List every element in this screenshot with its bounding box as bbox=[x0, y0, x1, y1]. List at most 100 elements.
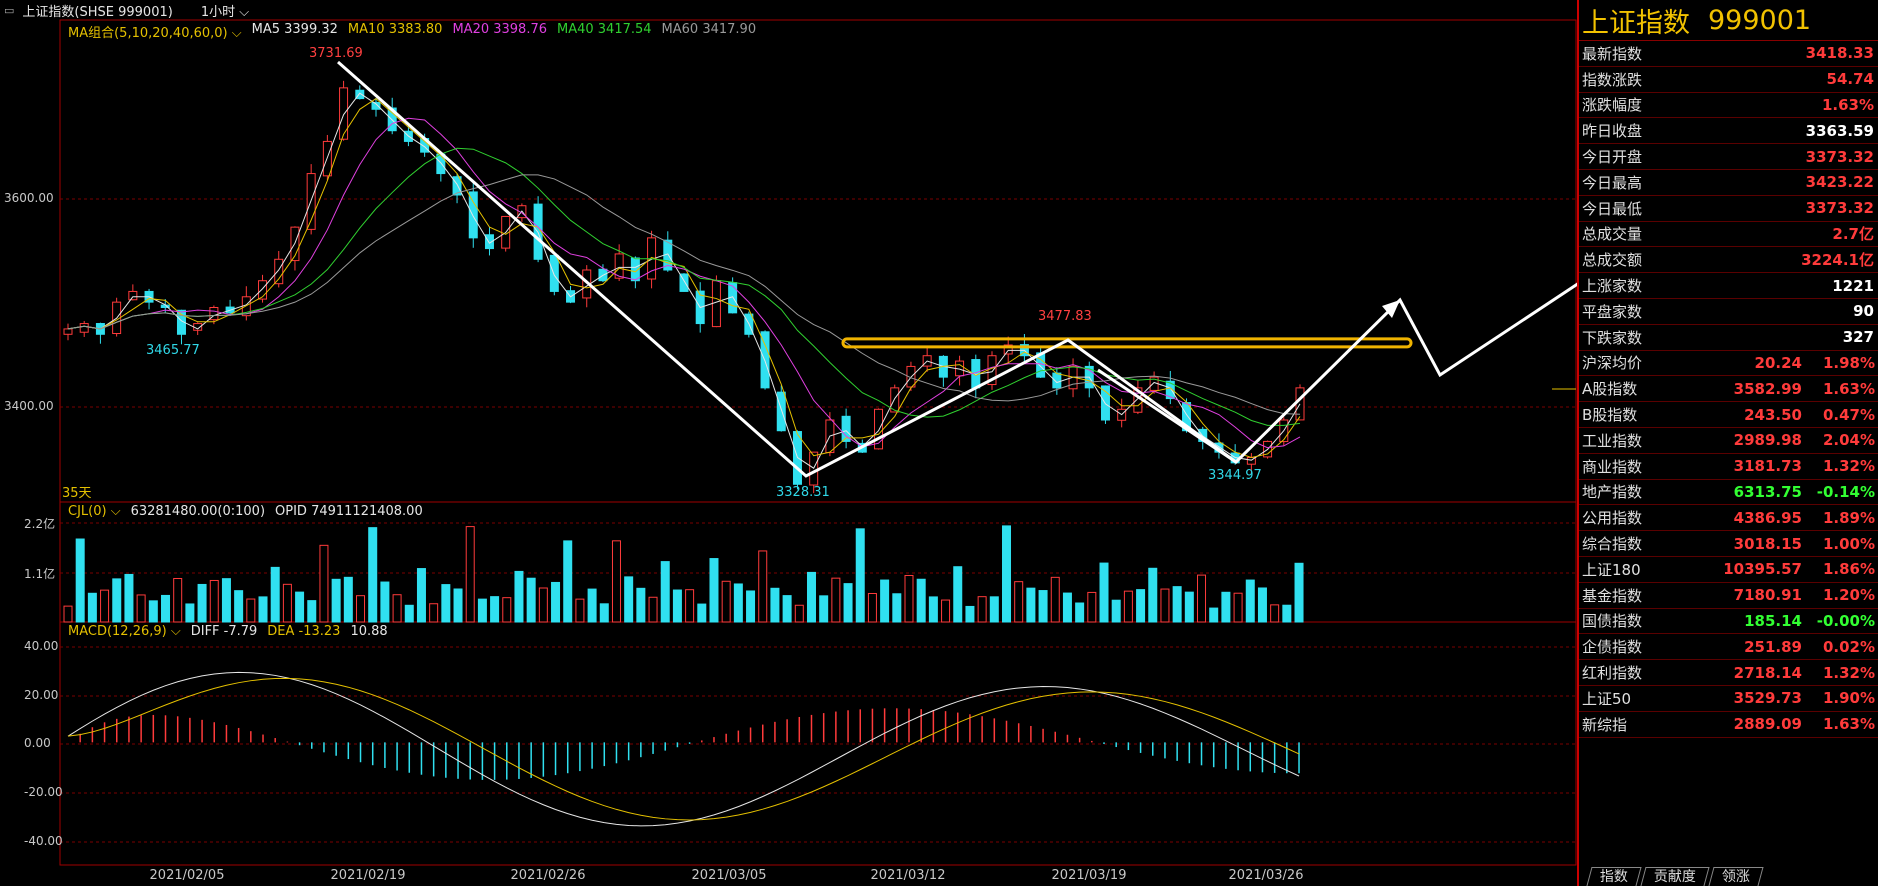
index-row-label: 企债指数 bbox=[1582, 638, 1643, 657]
breadth-row[interactable]: 下跌家数 327 bbox=[1579, 325, 1878, 351]
index-row-pct: 1.63% bbox=[1822, 379, 1875, 398]
volume-bar bbox=[1050, 576, 1060, 623]
index-row[interactable]: 企债指数 251.89 0.02% bbox=[1579, 634, 1878, 661]
volume-bar bbox=[782, 595, 792, 623]
tab-contribution[interactable]: 贡献度 bbox=[1640, 867, 1710, 886]
volume-bar bbox=[892, 593, 902, 623]
volume-bar bbox=[1245, 579, 1255, 623]
volume-bar bbox=[148, 600, 158, 623]
volume-bar bbox=[477, 598, 487, 623]
volume-bar bbox=[563, 540, 573, 623]
index-row[interactable]: 商业指数 3181.73 1.32% bbox=[1579, 454, 1878, 480]
index-row[interactable]: 地产指数 6313.75 -0.14% bbox=[1579, 480, 1878, 506]
volume-bar bbox=[843, 583, 853, 623]
avg-price-row[interactable]: 沪深均价 20.24 1.98% bbox=[1579, 351, 1878, 377]
breadth-row[interactable]: 上涨家数 1221 bbox=[1579, 273, 1878, 299]
stat-row-value: 3418.33 bbox=[1805, 44, 1874, 63]
volume-bar bbox=[1209, 607, 1219, 623]
window-menu-icon[interactable]: ▭ bbox=[4, 4, 14, 17]
breadth-row-label: 下跌家数 bbox=[1582, 328, 1643, 347]
stat-row[interactable]: 指数涨跌 54.74 bbox=[1579, 67, 1878, 93]
volume-bar bbox=[514, 570, 524, 623]
volume-bar bbox=[880, 579, 890, 623]
volume-bar bbox=[611, 540, 621, 623]
stat-row[interactable]: 昨日收盘 3363.59 bbox=[1579, 118, 1878, 145]
index-row-value: 2718.14 bbox=[1733, 663, 1802, 682]
index-row[interactable]: 红利指数 2718.14 1.32% bbox=[1579, 660, 1878, 686]
volume-bar bbox=[587, 588, 597, 623]
volume-bar bbox=[746, 590, 756, 623]
stat-row[interactable]: 总成交量 2.7亿 bbox=[1579, 222, 1878, 248]
tab-index[interactable]: 指数 bbox=[1586, 867, 1642, 886]
ma-legend-item: MA40 3417.54 bbox=[557, 22, 652, 37]
index-row[interactable]: 公用指数 4386.95 1.89% bbox=[1579, 505, 1878, 532]
index-row-pct: 1.00% bbox=[1822, 534, 1875, 553]
index-row-pct: 1.63% bbox=[1822, 715, 1875, 734]
volume-bar bbox=[660, 561, 670, 623]
ma-legend-item[interactable]: MA组合(5,10,20,40,60,0) ⌵ bbox=[68, 22, 242, 41]
stat-row[interactable]: 今日最高 3423.22 bbox=[1579, 170, 1878, 196]
index-row[interactable]: 国债指数 185.14 -0.00% bbox=[1579, 609, 1878, 635]
volume-bar bbox=[441, 584, 451, 623]
index-row[interactable]: 上证50 3529.73 1.90% bbox=[1579, 686, 1878, 712]
index-row-value: 7180.91 bbox=[1733, 586, 1802, 605]
volume-bar bbox=[526, 577, 536, 623]
volume-bar bbox=[624, 576, 634, 623]
index-row[interactable]: B股指数 243.50 0.47% bbox=[1579, 402, 1878, 428]
breadth-row[interactable]: 平盘家数 90 bbox=[1579, 299, 1878, 325]
candle-body bbox=[1295, 387, 1305, 421]
index-row[interactable]: 综合指数 3018.15 1.00% bbox=[1579, 531, 1878, 557]
date-axis-label: 2021/02/26 bbox=[510, 868, 586, 883]
kline-chart[interactable] bbox=[0, 0, 1578, 886]
candle-body bbox=[468, 191, 478, 239]
index-row-label: 商业指数 bbox=[1582, 457, 1643, 476]
volume-legend-item[interactable]: CJL(0) ⌵ bbox=[68, 504, 121, 519]
volume-bar bbox=[1172, 586, 1182, 623]
volume-bar bbox=[538, 587, 548, 623]
volume-bar bbox=[1136, 589, 1146, 623]
stat-row[interactable]: 今日最低 3373.32 bbox=[1579, 196, 1878, 222]
date-axis-label: 2021/03/26 bbox=[1228, 868, 1304, 883]
index-row-value: 3582.99 bbox=[1733, 379, 1802, 398]
macd-legend-item[interactable]: MACD(12,26,9) ⌵ bbox=[68, 624, 181, 639]
index-row[interactable]: 基金指数 7180.91 1.20% bbox=[1579, 583, 1878, 609]
volume-bar bbox=[685, 589, 695, 623]
price-annotation: 3465.77 bbox=[146, 343, 200, 358]
breadth-row-label: 平盘家数 bbox=[1582, 302, 1643, 321]
volume-bar bbox=[392, 594, 402, 623]
volume-bar bbox=[368, 527, 378, 623]
macd-legend: MACD(12,26,9) ⌵ DIFF -7.79 DEA -13.23 10.88 bbox=[68, 624, 388, 639]
volume-bar bbox=[1038, 590, 1048, 623]
candle-body bbox=[79, 323, 89, 333]
volume-bar bbox=[965, 605, 975, 623]
ma-legend-item: MA60 3417.90 bbox=[661, 22, 757, 37]
volume-bar bbox=[1026, 587, 1036, 623]
stat-row[interactable]: 涨跌幅度 1.63% bbox=[1579, 93, 1878, 119]
index-row-label: 上证180 bbox=[1582, 560, 1641, 579]
volume-bar bbox=[161, 594, 171, 623]
index-row[interactable]: A股指数 3582.99 1.63% bbox=[1579, 376, 1878, 403]
index-row[interactable]: 工业指数 2989.98 2.04% bbox=[1579, 428, 1878, 454]
volume-bar bbox=[221, 578, 231, 623]
volume-bar bbox=[1197, 574, 1207, 623]
timeframe-select[interactable]: 1小时 ⌵ bbox=[201, 1, 249, 20]
stat-row[interactable]: 今日开盘 3373.32 bbox=[1579, 144, 1878, 170]
tab-leaders[interactable]: 领涨 bbox=[1708, 867, 1764, 886]
avg-price-label: 沪深均价 bbox=[1582, 354, 1643, 373]
volume-bar bbox=[331, 578, 341, 623]
index-row-label: 基金指数 bbox=[1582, 586, 1643, 605]
ma-legend-item: MA10 3383.80 bbox=[347, 22, 443, 37]
volume-legend: CJL(0) ⌵ 63281480.00(0:100) OPID 749111214… bbox=[68, 504, 423, 519]
volume-bar bbox=[295, 591, 305, 623]
volume-bar bbox=[404, 604, 414, 623]
index-row-value: 10395.57 bbox=[1723, 560, 1802, 579]
volume-bar bbox=[575, 598, 585, 623]
index-row[interactable]: 上证180 10395.57 1.86% bbox=[1579, 557, 1878, 583]
stat-row[interactable]: 最新指数 3418.33 bbox=[1579, 41, 1878, 67]
quote-panel: 上证指数 999001 最新指数 3418.33 指数涨跌 54.74 涨跌幅度 1.63… bbox=[1577, 0, 1878, 886]
ma-legend-item: MA20 3398.76 bbox=[452, 22, 547, 37]
index-row[interactable]: 新综指 2889.09 1.63% bbox=[1579, 712, 1878, 738]
stat-row[interactable]: 总成交额 3224.1亿 bbox=[1579, 247, 1878, 274]
ma-line bbox=[67, 92, 1301, 469]
volume-bar bbox=[758, 550, 768, 623]
